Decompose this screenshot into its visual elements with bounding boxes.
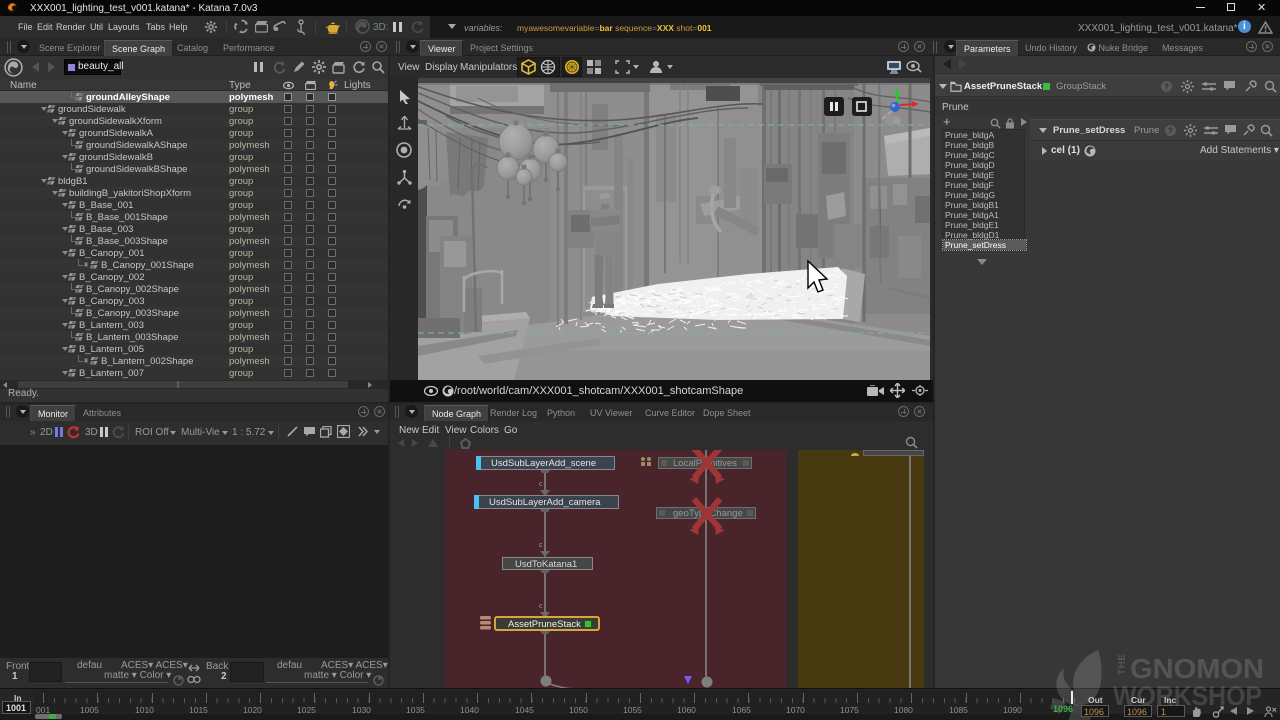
- svg-text:c: c: [539, 603, 543, 610]
- svg-text:c: c: [539, 481, 543, 488]
- svg-text:GNOMON: GNOMON: [1130, 653, 1264, 684]
- svg-text:THE: THE: [1117, 654, 1128, 675]
- svg-text:?: ?: [1164, 83, 1169, 92]
- svg-text:c: c: [539, 542, 543, 549]
- svg-text:?: ?: [1168, 127, 1173, 136]
